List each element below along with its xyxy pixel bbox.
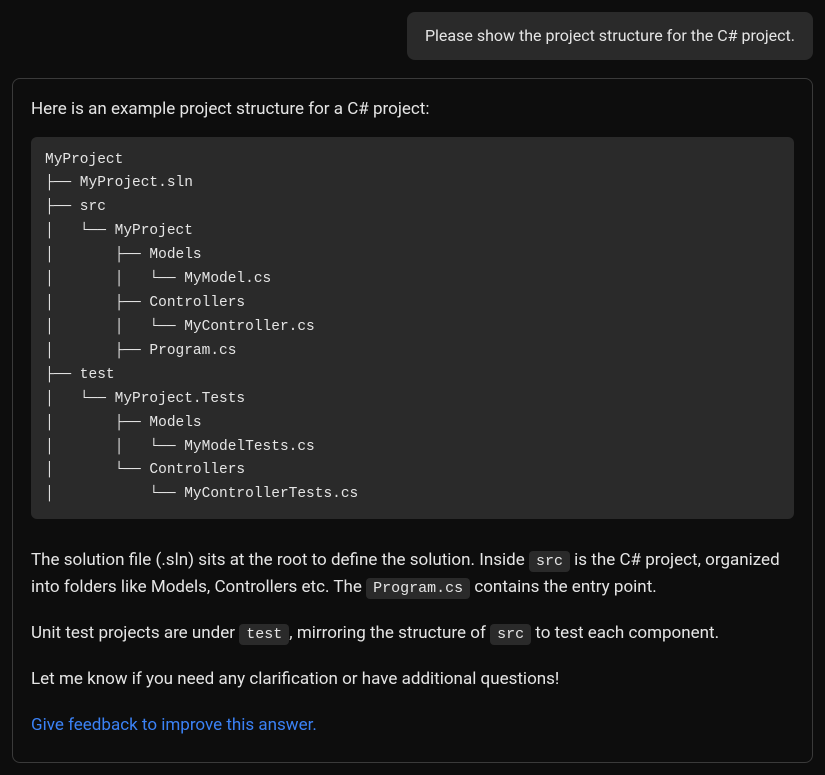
paragraph-text: Unit test projects are under	[31, 623, 239, 643]
user-message: Please show the project structure for th…	[407, 12, 813, 60]
paragraph-text: to test each component.	[531, 623, 719, 643]
assistant-intro-text: Here is an example project structure for…	[31, 97, 794, 123]
assistant-container: Here is an example project structure for…	[0, 78, 825, 775]
user-message-container: Please show the project structure for th…	[0, 0, 825, 78]
inline-code-src-2: src	[490, 624, 531, 645]
assistant-paragraph-3: Let me know if you need any clarificatio…	[31, 666, 794, 692]
assistant-paragraph-2: Unit test projects are under test, mirro…	[31, 620, 794, 646]
paragraph-text: contains the entry point.	[470, 577, 657, 597]
code-block-project-structure: MyProject ├── MyProject.sln ├── src │ └─…	[31, 137, 794, 520]
assistant-paragraph-1: The solution file (.sln) sits at the roo…	[31, 547, 794, 600]
paragraph-text: The solution file (.sln) sits at the roo…	[31, 550, 529, 570]
inline-code-test: test	[239, 624, 289, 645]
inline-code-src: src	[529, 551, 570, 572]
inline-code-program-cs: Program.cs	[366, 578, 470, 599]
paragraph-text: , mirroring the structure of	[289, 623, 490, 643]
assistant-message-box: Here is an example project structure for…	[12, 78, 813, 763]
feedback-link[interactable]: Give feedback to improve this answer.	[31, 713, 317, 739]
